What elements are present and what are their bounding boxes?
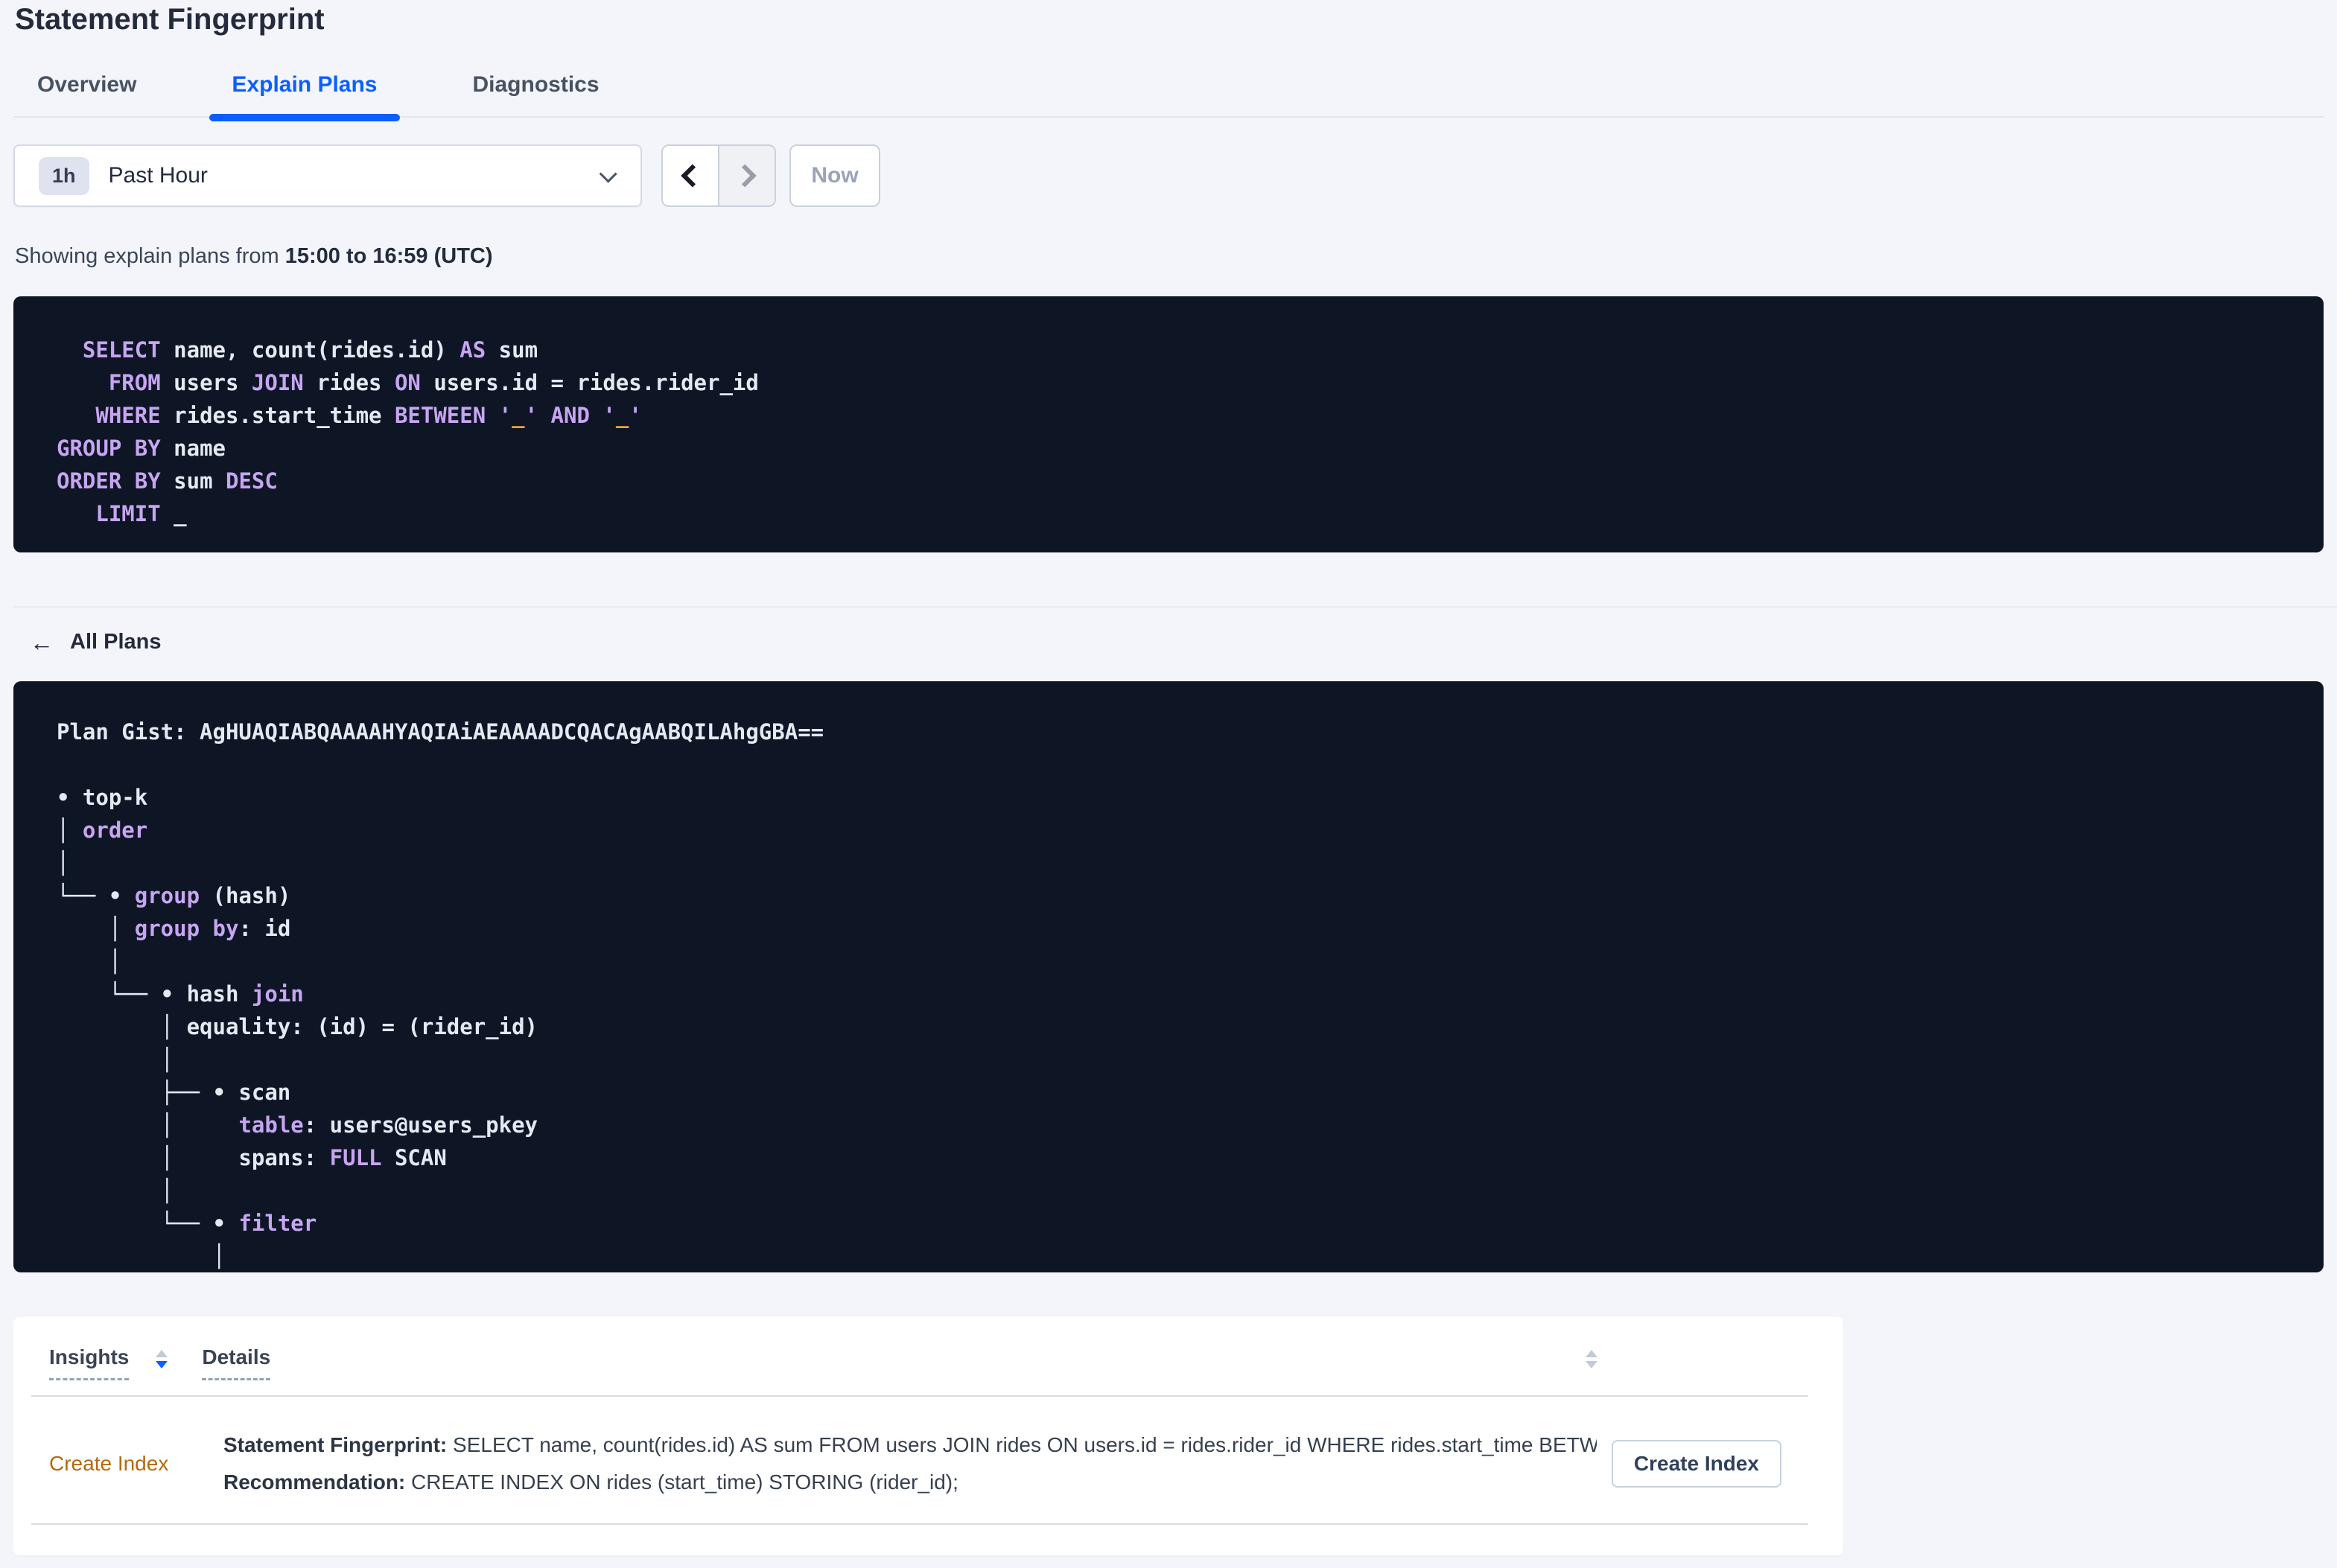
all-plans-link[interactable]: ← All Plans: [30, 630, 162, 654]
code-line: │: [57, 949, 122, 974]
code-line: └── • filter: [57, 1211, 317, 1236]
code-line: │ spans: FULL SCAN: [57, 1145, 447, 1170]
sort-up-icon: [156, 1350, 168, 1357]
time-step-buttons: [661, 144, 776, 207]
showing-prefix: Showing explain plans from: [15, 244, 285, 268]
code-line: GROUP BY name: [57, 436, 226, 461]
tab-bar: Overview Explain Plans Diagnostics: [13, 71, 2324, 121]
time-range-selector[interactable]: 1h Past Hour: [13, 144, 642, 207]
recommendation-detail: Recommendation: CREATE INDEX ON rides (s…: [223, 1464, 1597, 1501]
code-line: │: [57, 1047, 174, 1072]
time-controls: 1h Past Hour Now: [13, 144, 2324, 207]
code-line: Plan Gist: AgHUAQIABQAAAAHYAQIAiAEAAAADC…: [57, 719, 824, 745]
chevron-left-icon: [681, 164, 705, 188]
chevron-down-icon: [599, 165, 617, 183]
sort-down-icon: [1586, 1361, 1597, 1368]
detail-text: CREATE INDEX ON rides (start_time) STORI…: [405, 1470, 958, 1494]
code-line: ORDER BY sum DESC: [57, 468, 278, 494]
code-line: LIMIT _: [57, 501, 187, 526]
tab-overview[interactable]: Overview: [37, 71, 136, 116]
statement-fingerprint-detail: Statement Fingerprint: SELECT name, coun…: [223, 1427, 1597, 1464]
column-header-insights[interactable]: Insights: [49, 1345, 130, 1380]
sort-up-icon: [1586, 1350, 1597, 1357]
tab-diagnostics[interactable]: Diagnostics: [473, 71, 600, 116]
code-line: │: [57, 850, 70, 876]
code-line: └── • hash join: [57, 981, 304, 1007]
arrow-left-icon: ←: [30, 628, 54, 656]
next-time-button[interactable]: [718, 146, 775, 205]
sort-toggle-insights[interactable]: [156, 1350, 168, 1368]
insights-table-header: Insights Details: [13, 1345, 1843, 1380]
all-plans-label: All Plans: [70, 630, 162, 654]
code-line: │: [57, 1243, 226, 1269]
action-cell: Create Index: [1611, 1440, 1781, 1488]
code-line: └── • group (hash): [57, 883, 291, 908]
prev-time-button[interactable]: [663, 146, 718, 205]
code-line: WHERE rides.start_time BETWEEN '_' AND '…: [57, 403, 642, 428]
now-button[interactable]: Now: [789, 144, 880, 207]
showing-plans-text: Showing explain plans from 15:00 to 16:5…: [15, 243, 2337, 270]
code-line: SELECT name, count(rides.id) AS sum: [57, 337, 538, 363]
create-index-button[interactable]: Create Index: [1611, 1440, 1781, 1488]
row-divider: [31, 1523, 1808, 1525]
code-line: │ group by: id: [57, 916, 291, 941]
time-range-text: 15:00 to 16:59 (UTC): [284, 244, 493, 268]
sort-down-icon: [156, 1361, 168, 1368]
code-line: FROM users JOIN rides ON users.id = ride…: [57, 370, 759, 395]
code-line: • top-k: [57, 785, 148, 810]
chevron-right-icon: [733, 164, 757, 188]
code-line: ├── • scan: [57, 1080, 291, 1105]
column-header-details[interactable]: Details: [202, 1345, 271, 1380]
insight-details: Statement Fingerprint: SELECT name, coun…: [223, 1427, 1597, 1501]
detail-label: Statement Fingerprint:: [223, 1433, 448, 1456]
code-line: │: [57, 1178, 174, 1203]
duration-badge: 1h: [39, 156, 89, 195]
sort-toggle-details[interactable]: [1586, 1350, 1597, 1368]
code-line: │ equality: (id) = (rider_id): [57, 1014, 538, 1039]
detail-text: SELECT name, count(rides.id) AS sum FROM…: [447, 1433, 1597, 1456]
code-line: │ table: users@users_pkey: [57, 1112, 538, 1138]
code-line: │ order: [57, 818, 148, 843]
plan-gist-code: Plan Gist: AgHUAQIABQAAAAHYAQIAiAEAAAADC…: [13, 681, 2324, 1272]
detail-label: Recommendation:: [223, 1470, 406, 1494]
insights-table: Insights Details Create Index Statement …: [13, 1317, 1843, 1555]
table-row: Create Index Statement Fingerprint: SELE…: [13, 1397, 1843, 1501]
tab-explain-plans[interactable]: Explain Plans: [209, 71, 400, 121]
section-divider: [13, 606, 2337, 608]
page-title: Statement Fingerprint: [15, 3, 325, 36]
time-range-label: Past Hour: [108, 163, 208, 188]
sql-statement-code: SELECT name, count(rides.id) AS sum FROM…: [13, 296, 2324, 552]
create-index-link[interactable]: Create Index: [49, 1452, 223, 1476]
